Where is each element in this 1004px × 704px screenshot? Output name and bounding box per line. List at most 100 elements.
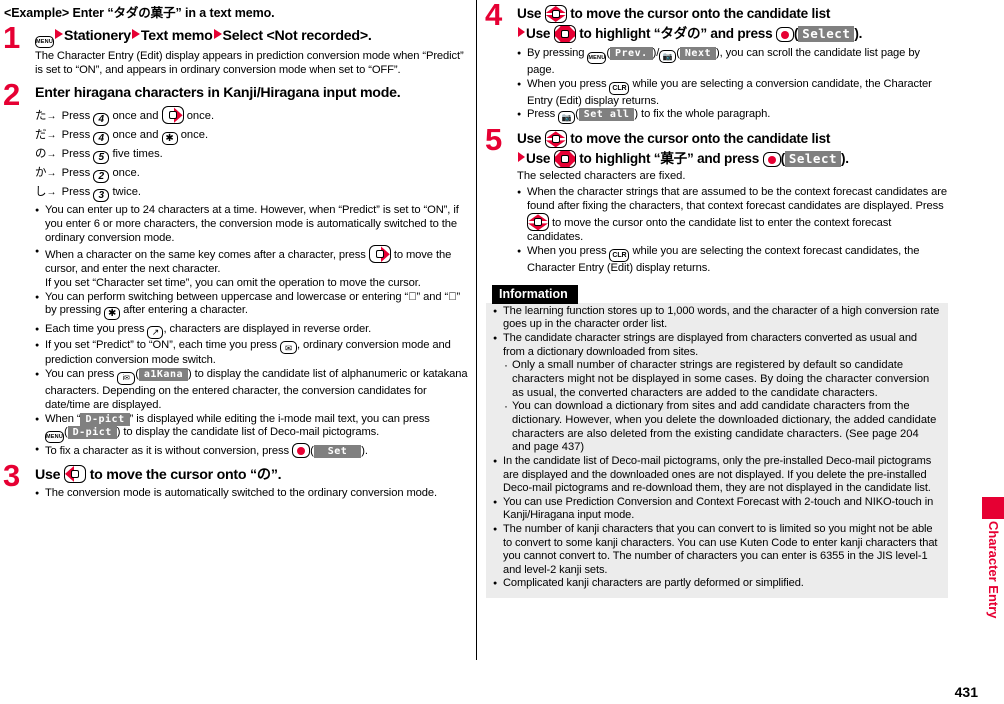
step-4-title-line-2: Use to highlight “タダの” and press (Select… xyxy=(517,24,948,44)
softkey-dpict: D-pict xyxy=(67,426,117,440)
softkey-set-all: Set all xyxy=(578,108,635,122)
info-line: dictionary. However, when you delete the… xyxy=(512,414,885,426)
key-row: の→ Press 5 five times. xyxy=(35,145,470,165)
information-item: The learning function stores up to 1,000… xyxy=(493,305,940,332)
arrow-icon: → xyxy=(46,168,57,180)
center-select-key-icon xyxy=(762,152,781,168)
softkey-select: Select xyxy=(798,26,855,42)
note-line: to move xyxy=(393,249,433,262)
note-item: You can press i✉(a1Kana) to display the … xyxy=(35,368,470,412)
kana-da: だ xyxy=(35,127,47,142)
key-row-mid: once and xyxy=(112,129,159,142)
info-line: You can download a dictionary from sites… xyxy=(512,400,910,413)
side-tab-label: Character Entry xyxy=(986,521,1001,619)
step-4-line2-pre: Use xyxy=(526,26,551,41)
step-5-line2-mid: to highlight “ xyxy=(579,151,661,167)
step-4-line2-mid: to highlight “ xyxy=(579,26,661,41)
step-3-title: Use to move the cursor onto “の”. xyxy=(35,464,470,485)
numeric-key-4-icon: 4 xyxy=(93,132,110,146)
note-item: When you press CLR while you are selecti… xyxy=(517,78,948,109)
step-5-line2-pre: Use xyxy=(526,151,551,167)
step-4-line1-pre: Use xyxy=(517,6,542,21)
softkey-set: Set xyxy=(313,445,362,459)
softkey-next: Next xyxy=(679,47,716,60)
nav-up-down-key-icon xyxy=(544,130,567,149)
arrow-icon: → xyxy=(46,111,57,123)
note-item: To fix a character as it is without conv… xyxy=(35,443,470,459)
step-3-title-japanese: の xyxy=(256,466,271,483)
step-5-title-line-1: Use to move the cursor onto the candidat… xyxy=(517,129,948,149)
nav-up-down-key-icon xyxy=(544,5,567,23)
note-line: ). xyxy=(361,445,368,458)
information-section: Information The learning function stores… xyxy=(486,284,948,599)
information-title: Information xyxy=(492,284,578,304)
note-line: When you press xyxy=(527,245,607,258)
key-row-post: five times. xyxy=(112,148,163,161)
step-4-number: 4 xyxy=(485,0,503,32)
note-line: are displayed. Press xyxy=(844,199,944,212)
information-subitem: Only a small number of character strings… xyxy=(502,358,940,400)
center-select-key-icon xyxy=(775,27,794,42)
step-1-body: The Character Entry (Edit) display appea… xyxy=(35,50,470,77)
step-4-line2-japanese: タダの xyxy=(660,26,701,42)
step-1: 1 MENU Stationery Text memo Select <Not rec… xyxy=(3,22,470,77)
note-line: while you are selecting a conversion can… xyxy=(632,77,881,90)
step-arrow-icon xyxy=(55,29,63,39)
step-1-title: MENU Stationery Text memo Select <Not recor… xyxy=(35,27,470,48)
center-select-key-icon xyxy=(292,443,311,459)
note-line: Character Entry (Edit) display returns. xyxy=(527,262,711,275)
info-line: as usual, the converted characters are a… xyxy=(512,386,878,399)
note-item: If you set “Predict” to “ON”, each time … xyxy=(35,339,470,368)
info-line: The number of kanji characters that you … xyxy=(503,523,909,536)
key-row-post: once. xyxy=(112,167,140,180)
step-3-number: 3 xyxy=(3,457,21,493)
note-line: If you set “Character set time”, you can… xyxy=(45,277,421,289)
numeric-key-4-icon: 4 xyxy=(93,113,110,127)
information-item: In the candidate list of Deco-mail picto… xyxy=(493,455,940,496)
note-line: to move the cursor onto the candidate li… xyxy=(552,217,811,230)
note-item: You can perform switching between upperc… xyxy=(35,291,470,321)
imode-key-icon: i✉ xyxy=(117,372,136,386)
step-4: 4 Use to move the cursor onto the candid… xyxy=(485,0,948,125)
information-item: Complicated kanji characters are partly … xyxy=(493,577,940,591)
step-1-title-part-1: Stationery xyxy=(64,28,131,44)
numeric-key-3-icon: 3 xyxy=(93,189,110,203)
note-item: When a character on the same key comes a… xyxy=(35,245,470,277)
step-5-body: The selected characters are fixed. xyxy=(517,170,686,183)
step-4-line1-post: to move the cursor onto the candidate li… xyxy=(570,6,831,21)
step-5-number: 5 xyxy=(485,122,503,158)
step-5-line2-tail: ). xyxy=(841,151,849,167)
step-5: 5 Use to move the cursor onto the candid… xyxy=(485,124,948,275)
nav-left-key-icon xyxy=(63,464,86,483)
softkey-select: Select xyxy=(784,151,842,168)
column-divider xyxy=(476,0,477,660)
step-3-title-pre: Use xyxy=(35,466,61,483)
nav-four-way-key-icon xyxy=(553,25,576,43)
note-line: , characters are displayed in reverse or… xyxy=(163,323,372,336)
kana-ka: か xyxy=(35,165,47,180)
key-row: か→ Press 2 once. xyxy=(35,164,470,184)
camera-key-icon: 📷 xyxy=(659,50,677,63)
menu-key-icon: MENU xyxy=(587,52,607,64)
note-item: The conversion mode is automatically swi… xyxy=(35,487,470,501)
arrow-icon: → xyxy=(46,187,57,199)
step-4-notes: By pressing MENU(Prev.)/📷(Next), you can… xyxy=(517,47,948,125)
left-column: <Example> Enter “タダの菓子” in a text memo. … xyxy=(3,0,470,704)
information-list: The learning function stores up to 1,000… xyxy=(493,305,940,359)
note-item: Each time you press ↗, characters are di… xyxy=(35,323,470,340)
note-line: Press xyxy=(527,108,556,121)
press-label: Press xyxy=(61,167,91,180)
step-2-title: Enter hiragana characters in Kanji/Hirag… xyxy=(35,85,401,102)
step-5-line2-post: ” and press xyxy=(687,151,760,167)
note-line: Each time you press xyxy=(45,323,145,336)
step-2: 2 Enter hiragana characters in Kanji/Hir… xyxy=(3,79,470,459)
note-item: Press 📷(Set all) to fix the whole paragr… xyxy=(517,108,948,125)
note-line: , ordinary conversion mode xyxy=(297,339,430,352)
clear-key-icon: CLR xyxy=(609,249,630,263)
key-row-post: once. xyxy=(186,110,215,123)
info-line: You can use Prediction Conversion and Co… xyxy=(503,495,862,508)
note-line: If you set “Predict” to “ON”, each time … xyxy=(45,339,277,352)
step-5-line1-pre: Use xyxy=(517,131,542,147)
kana-ta: た xyxy=(35,108,47,123)
info-line: in the candidate list. xyxy=(834,482,931,495)
